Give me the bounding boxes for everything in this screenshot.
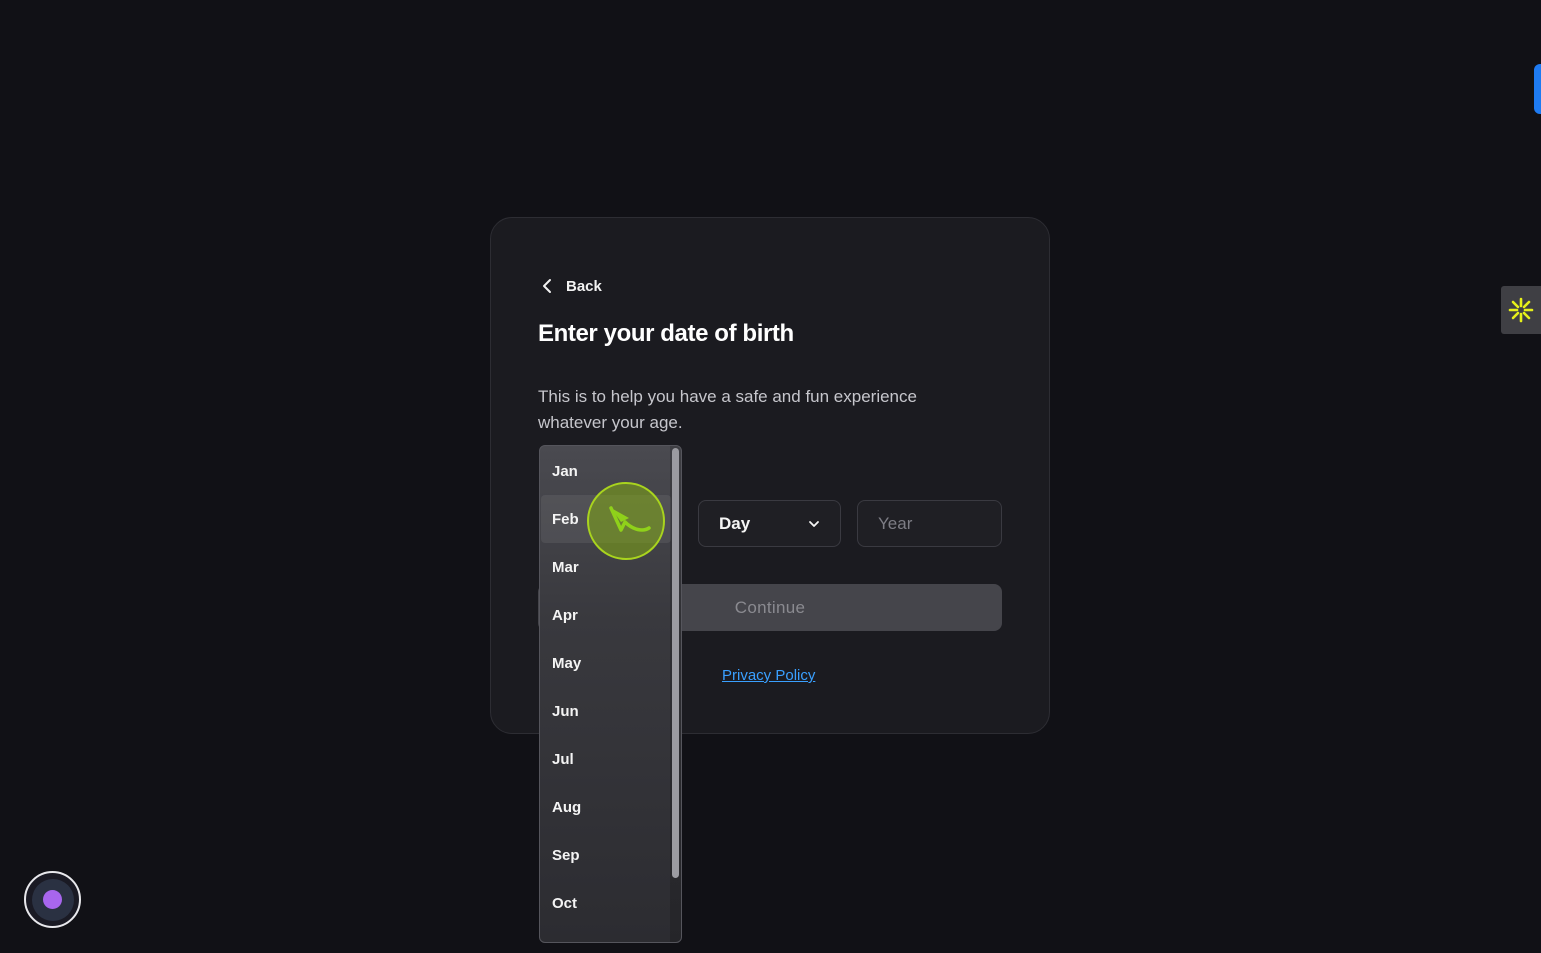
day-select[interactable]: Day xyxy=(698,500,841,547)
assistant-inner xyxy=(31,878,74,921)
year-placeholder: Year xyxy=(878,513,913,533)
accessibility-widget-button[interactable] xyxy=(1501,286,1541,334)
assistant-dot-icon xyxy=(43,890,62,909)
side-tab[interactable] xyxy=(1534,64,1541,114)
continue-label: Continue xyxy=(734,597,806,617)
assistant-bubble-button[interactable] xyxy=(24,871,81,928)
back-button[interactable]: Back xyxy=(538,277,602,295)
month-option[interactable]: Jun xyxy=(541,687,671,735)
dropdown-scrollbar[interactable] xyxy=(670,446,681,942)
chevron-down-icon xyxy=(809,520,819,527)
chevron-left-icon xyxy=(543,279,551,293)
month-option[interactable]: Jul xyxy=(541,735,671,783)
curved-arrow-icon xyxy=(609,506,651,532)
description-text: This is to help you have a safe and fun … xyxy=(538,387,917,432)
privacy-policy-link[interactable]: Privacy Policy xyxy=(722,667,815,684)
year-input[interactable]: Year xyxy=(857,500,1002,547)
scrollbar-thumb[interactable] xyxy=(672,448,679,878)
month-option[interactable]: Sep xyxy=(541,831,671,879)
page-title: Enter your date of birth xyxy=(538,320,794,347)
month-option[interactable]: May xyxy=(541,639,671,687)
sparkle-icon xyxy=(1508,297,1534,323)
click-indicator xyxy=(587,482,665,560)
month-option[interactable]: Oct xyxy=(541,879,671,927)
month-option[interactable]: Apr xyxy=(541,591,671,639)
page: Back Enter your date of birth This is to… xyxy=(0,0,1541,953)
back-label: Back xyxy=(566,277,602,295)
month-option[interactable]: Aug xyxy=(541,783,671,831)
day-select-label: Day xyxy=(719,513,751,533)
